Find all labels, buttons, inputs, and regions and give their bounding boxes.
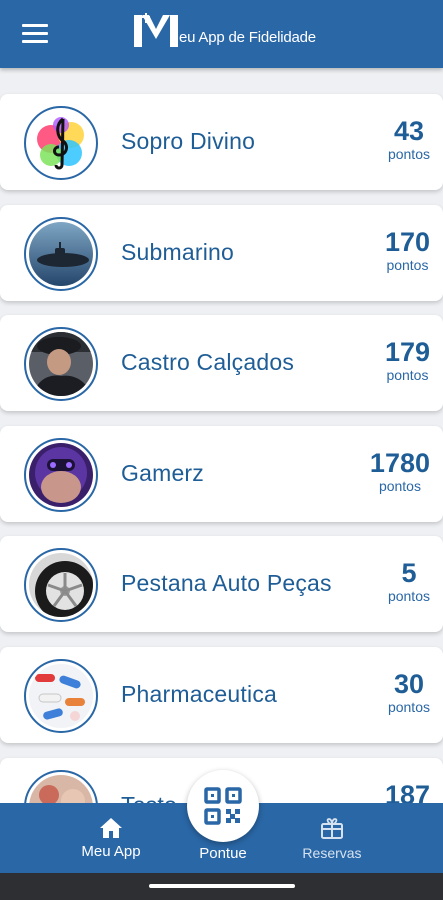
points-box: 170 pontos bbox=[385, 227, 430, 273]
store-avatar bbox=[24, 548, 98, 623]
nav-pontue-button[interactable] bbox=[187, 770, 259, 842]
points-box: 179 pontos bbox=[385, 337, 430, 383]
points-label: pontos bbox=[386, 256, 429, 273]
nav-meu-app[interactable]: Meu App bbox=[76, 803, 146, 873]
points-value: 187 bbox=[384, 779, 430, 803]
points-value: 170 bbox=[384, 226, 430, 257]
submarine-icon bbox=[29, 221, 93, 286]
points-box: 5 pontos bbox=[388, 558, 430, 604]
store-card[interactable]: Sopro Divino 43 pontos bbox=[0, 94, 443, 190]
store-avatar bbox=[24, 106, 98, 180]
store-card[interactable]: Gamerz 1780 pontos bbox=[0, 425, 443, 522]
store-card[interactable]: Pestana Auto Peças 5 pontos bbox=[0, 536, 443, 633]
points-box: 1780 pontos bbox=[370, 448, 430, 494]
home-gesture-bar[interactable] bbox=[149, 884, 295, 888]
points-box: 187 pontos bbox=[385, 780, 430, 803]
store-avatar bbox=[24, 658, 98, 733]
store-name: Castro Calçados bbox=[121, 349, 295, 376]
nav-reservas-label: Reservas bbox=[302, 845, 362, 861]
car-wheel-icon bbox=[29, 553, 93, 618]
points-box: 30 pontos bbox=[388, 669, 430, 715]
points-label: pontos bbox=[387, 588, 430, 605]
store-avatar bbox=[24, 216, 98, 291]
logo-text: eu App de Fidelidade bbox=[179, 29, 316, 46]
system-navigation-bar bbox=[0, 873, 443, 900]
store-name: Submarino bbox=[121, 238, 235, 265]
points-label: pontos bbox=[386, 367, 429, 384]
store-card[interactable]: Castro Calçados 179 pontos bbox=[0, 315, 443, 412]
person-photo-icon bbox=[29, 332, 93, 397]
app-logo: eu App de Fidelidade bbox=[134, 11, 316, 47]
gift-box-icon bbox=[321, 818, 343, 839]
store-card[interactable]: Submarino 170 pontos bbox=[0, 204, 443, 301]
store-name: Sopro Divino bbox=[121, 128, 256, 154]
points-value: 5 bbox=[401, 558, 417, 589]
pills-icon bbox=[29, 663, 93, 728]
qr-code-icon bbox=[204, 787, 242, 825]
points-value: 30 bbox=[393, 668, 424, 699]
store-name: Pharmaceutica bbox=[121, 680, 278, 707]
store-name: Gamerz bbox=[121, 459, 204, 486]
home-icon bbox=[100, 818, 122, 838]
store-card[interactable]: Pharmaceutica 30 pontos bbox=[0, 646, 443, 743]
music-note-icon bbox=[29, 111, 93, 175]
app-header: eu App de Fidelidade bbox=[0, 0, 443, 68]
nav-reservas[interactable]: Reservas bbox=[298, 803, 366, 873]
store-list[interactable]: Sopro Divino 43 pontos Submarino 170 pon… bbox=[0, 68, 443, 803]
points-label: pontos bbox=[378, 477, 421, 494]
store-avatar bbox=[24, 437, 98, 512]
store-photo-icon bbox=[29, 774, 93, 803]
nav-pontue-label: Pontue bbox=[199, 845, 247, 862]
logo-m-icon bbox=[134, 13, 178, 47]
nav-meu-app-label: Meu App bbox=[81, 843, 141, 860]
store-avatar bbox=[24, 769, 98, 803]
points-label: pontos bbox=[387, 698, 430, 715]
points-value: 1780 bbox=[369, 447, 430, 478]
points-value: 43 bbox=[393, 116, 424, 146]
points-box: 43 pontos bbox=[388, 116, 430, 162]
store-avatar bbox=[24, 327, 98, 402]
gamer-hands-icon bbox=[29, 442, 93, 507]
store-name: Testo... bbox=[121, 792, 197, 803]
points-value: 179 bbox=[384, 337, 430, 368]
points-label: pontos bbox=[387, 146, 430, 162]
hamburger-menu-icon[interactable] bbox=[22, 24, 48, 44]
store-name: Pestana Auto Peças bbox=[121, 570, 332, 597]
